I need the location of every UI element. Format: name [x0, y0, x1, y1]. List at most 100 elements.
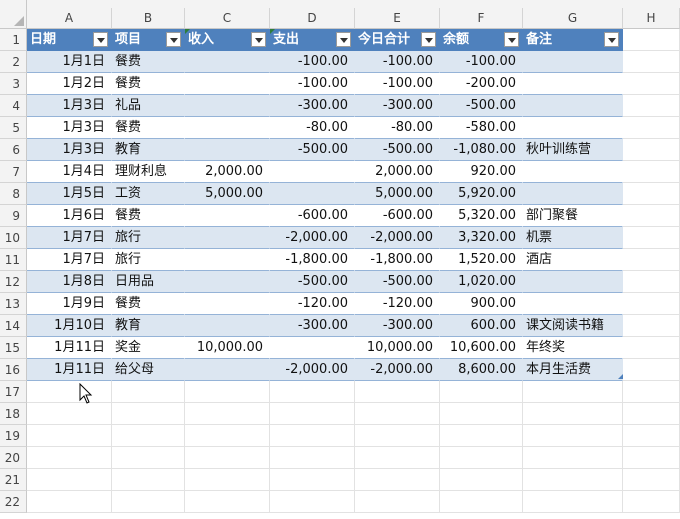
empty-cell[interactable] [440, 381, 523, 403]
empty-cell[interactable] [440, 469, 523, 491]
cell-expense[interactable]: -500.00 [270, 139, 355, 161]
row-header-1[interactable]: 1 [0, 29, 27, 51]
cell-daily[interactable]: -100.00 [355, 51, 440, 73]
empty-cell[interactable] [185, 403, 270, 425]
empty-cell[interactable] [27, 447, 112, 469]
cell-income[interactable] [185, 139, 270, 161]
cell-date[interactable]: 1月7日 [27, 227, 112, 249]
cell-expense[interactable]: -2,000.00 [270, 227, 355, 249]
cell-note[interactable] [523, 161, 623, 183]
row-header-2[interactable]: 2 [0, 51, 27, 73]
empty-cell[interactable] [440, 491, 523, 513]
cell-item[interactable]: 奖金 [112, 337, 185, 359]
cell-item[interactable]: 工资 [112, 183, 185, 205]
cell-income[interactable] [185, 249, 270, 271]
cell-date[interactable]: 1月7日 [27, 249, 112, 271]
cell-date[interactable]: 1月4日 [27, 161, 112, 183]
column-header-g[interactable]: G [523, 8, 623, 29]
column-header-a[interactable]: A [27, 8, 112, 29]
empty-cell[interactable] [623, 315, 680, 337]
filter-dropdown-icon[interactable] [166, 32, 181, 47]
cell-note[interactable]: 本月生活费 [523, 359, 623, 381]
cell-item[interactable]: 日用品 [112, 271, 185, 293]
empty-cell[interactable] [112, 381, 185, 403]
empty-cell[interactable] [355, 425, 440, 447]
cell-income[interactable]: 2,000.00 [185, 161, 270, 183]
cell-daily[interactable]: -500.00 [355, 271, 440, 293]
cell-item[interactable]: 餐费 [112, 51, 185, 73]
cell-item[interactable]: 餐费 [112, 205, 185, 227]
header-cell-expense[interactable]: 支出 [270, 29, 355, 51]
cell-date[interactable]: 1月9日 [27, 293, 112, 315]
row-header-11[interactable]: 11 [0, 249, 27, 271]
empty-cell[interactable] [523, 491, 623, 513]
empty-cell[interactable] [623, 29, 680, 51]
row-header-4[interactable]: 4 [0, 95, 27, 117]
cell-income[interactable] [185, 315, 270, 337]
empty-cell[interactable] [440, 425, 523, 447]
cell-note[interactable] [523, 183, 623, 205]
empty-cell[interactable] [355, 469, 440, 491]
cell-income[interactable] [185, 95, 270, 117]
cell-daily[interactable]: -2,000.00 [355, 359, 440, 381]
empty-cell[interactable] [27, 425, 112, 447]
empty-cell[interactable] [523, 425, 623, 447]
cell-note[interactable]: 课文阅读书籍 [523, 315, 623, 337]
cell-expense[interactable]: -100.00 [270, 73, 355, 95]
empty-cell[interactable] [185, 491, 270, 513]
cell-note[interactable]: 酒店 [523, 249, 623, 271]
empty-cell[interactable] [112, 491, 185, 513]
header-cell-income[interactable]: 收入 [185, 29, 270, 51]
cell-daily[interactable]: -100.00 [355, 73, 440, 95]
empty-cell[interactable] [112, 425, 185, 447]
cell-date[interactable]: 1月5日 [27, 183, 112, 205]
row-header-7[interactable]: 7 [0, 161, 27, 183]
empty-cell[interactable] [185, 425, 270, 447]
cell-expense[interactable]: -2,000.00 [270, 359, 355, 381]
row-header-3[interactable]: 3 [0, 73, 27, 95]
header-cell-item[interactable]: 项目 [112, 29, 185, 51]
empty-cell[interactable] [623, 337, 680, 359]
empty-cell[interactable] [440, 403, 523, 425]
row-header-12[interactable]: 12 [0, 271, 27, 293]
row-header-19[interactable]: 19 [0, 425, 27, 447]
filter-dropdown-icon[interactable] [251, 32, 266, 47]
empty-cell[interactable] [270, 403, 355, 425]
row-header-18[interactable]: 18 [0, 403, 27, 425]
empty-cell[interactable] [112, 447, 185, 469]
empty-cell[interactable] [270, 425, 355, 447]
cell-daily[interactable]: 10,000.00 [355, 337, 440, 359]
cell-balance[interactable]: 10,600.00 [440, 337, 523, 359]
empty-cell[interactable] [623, 73, 680, 95]
cell-expense[interactable]: -600.00 [270, 205, 355, 227]
cell-expense[interactable]: -80.00 [270, 117, 355, 139]
cell-expense[interactable]: -500.00 [270, 271, 355, 293]
cell-balance[interactable]: -200.00 [440, 73, 523, 95]
cell-income[interactable] [185, 205, 270, 227]
cell-balance[interactable]: -100.00 [440, 51, 523, 73]
cell-expense[interactable] [270, 161, 355, 183]
cell-balance[interactable]: 900.00 [440, 293, 523, 315]
cell-date[interactable]: 1月6日 [27, 205, 112, 227]
row-header-6[interactable]: 6 [0, 139, 27, 161]
empty-cell[interactable] [355, 381, 440, 403]
row-header-16[interactable]: 16 [0, 359, 27, 381]
empty-cell[interactable] [185, 447, 270, 469]
cell-daily[interactable]: 2,000.00 [355, 161, 440, 183]
cell-balance[interactable]: 8,600.00 [440, 359, 523, 381]
cell-daily[interactable]: -600.00 [355, 205, 440, 227]
cell-date[interactable]: 1月3日 [27, 139, 112, 161]
cell-date[interactable]: 1月10日 [27, 315, 112, 337]
cell-item[interactable]: 给父母 [112, 359, 185, 381]
empty-cell[interactable] [623, 249, 680, 271]
empty-cell[interactable] [623, 491, 680, 513]
row-header-8[interactable]: 8 [0, 183, 27, 205]
cell-date[interactable]: 1月1日 [27, 51, 112, 73]
column-header-b[interactable]: B [112, 8, 185, 29]
cell-expense[interactable]: -120.00 [270, 293, 355, 315]
cell-daily[interactable]: -300.00 [355, 95, 440, 117]
column-header-e[interactable]: E [355, 8, 440, 29]
cell-note[interactable] [523, 95, 623, 117]
empty-cell[interactable] [623, 205, 680, 227]
cell-income[interactable] [185, 227, 270, 249]
